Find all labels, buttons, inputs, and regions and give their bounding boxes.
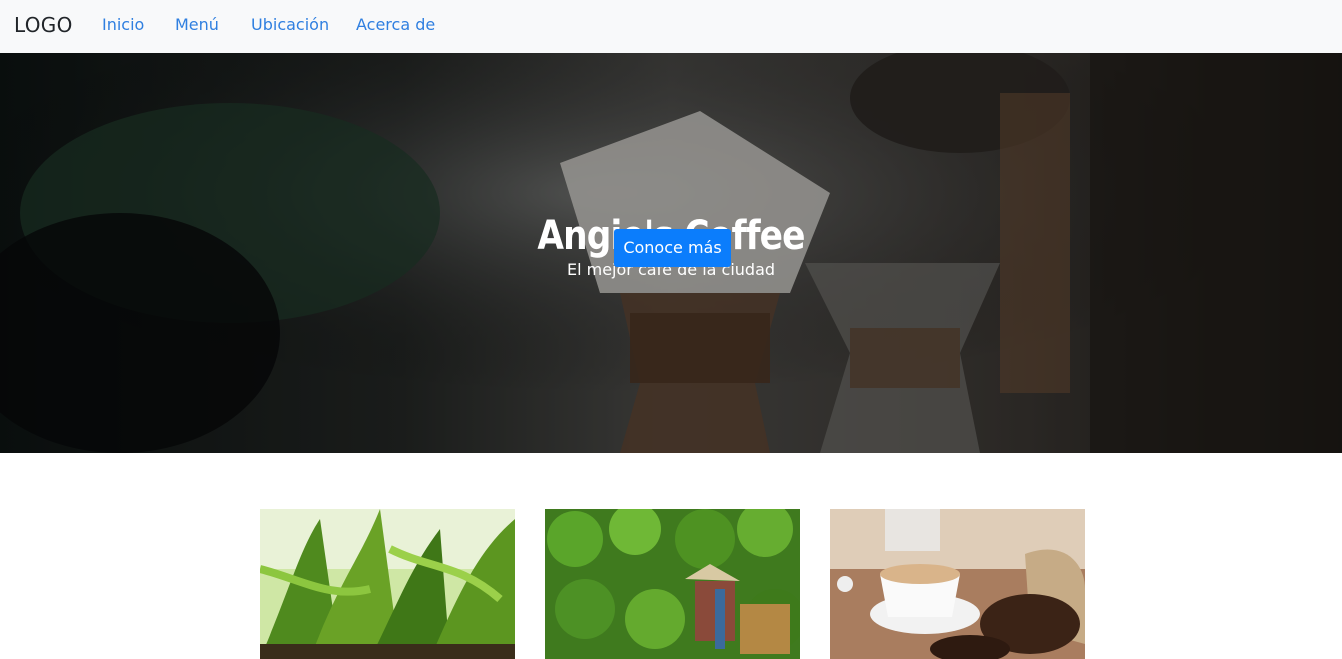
- logo-link[interactable]: LOGO: [14, 13, 73, 37]
- nav-link-ubicacion[interactable]: Ubicación: [251, 15, 329, 35]
- nav-link-acerca-de[interactable]: Acerca de: [356, 15, 435, 35]
- card-image-corn: [260, 509, 515, 659]
- navbar: LOGO Inicio Menú Ubicación Acerca de: [0, 0, 1342, 53]
- learn-more-button[interactable]: Conoce más: [614, 229, 731, 267]
- nav-link-menu[interactable]: Menú: [175, 15, 219, 35]
- card-image-coffee-picker: [545, 509, 800, 659]
- card-image-coffee-cup: [830, 509, 1085, 659]
- nav-link-inicio[interactable]: Inicio: [102, 15, 144, 35]
